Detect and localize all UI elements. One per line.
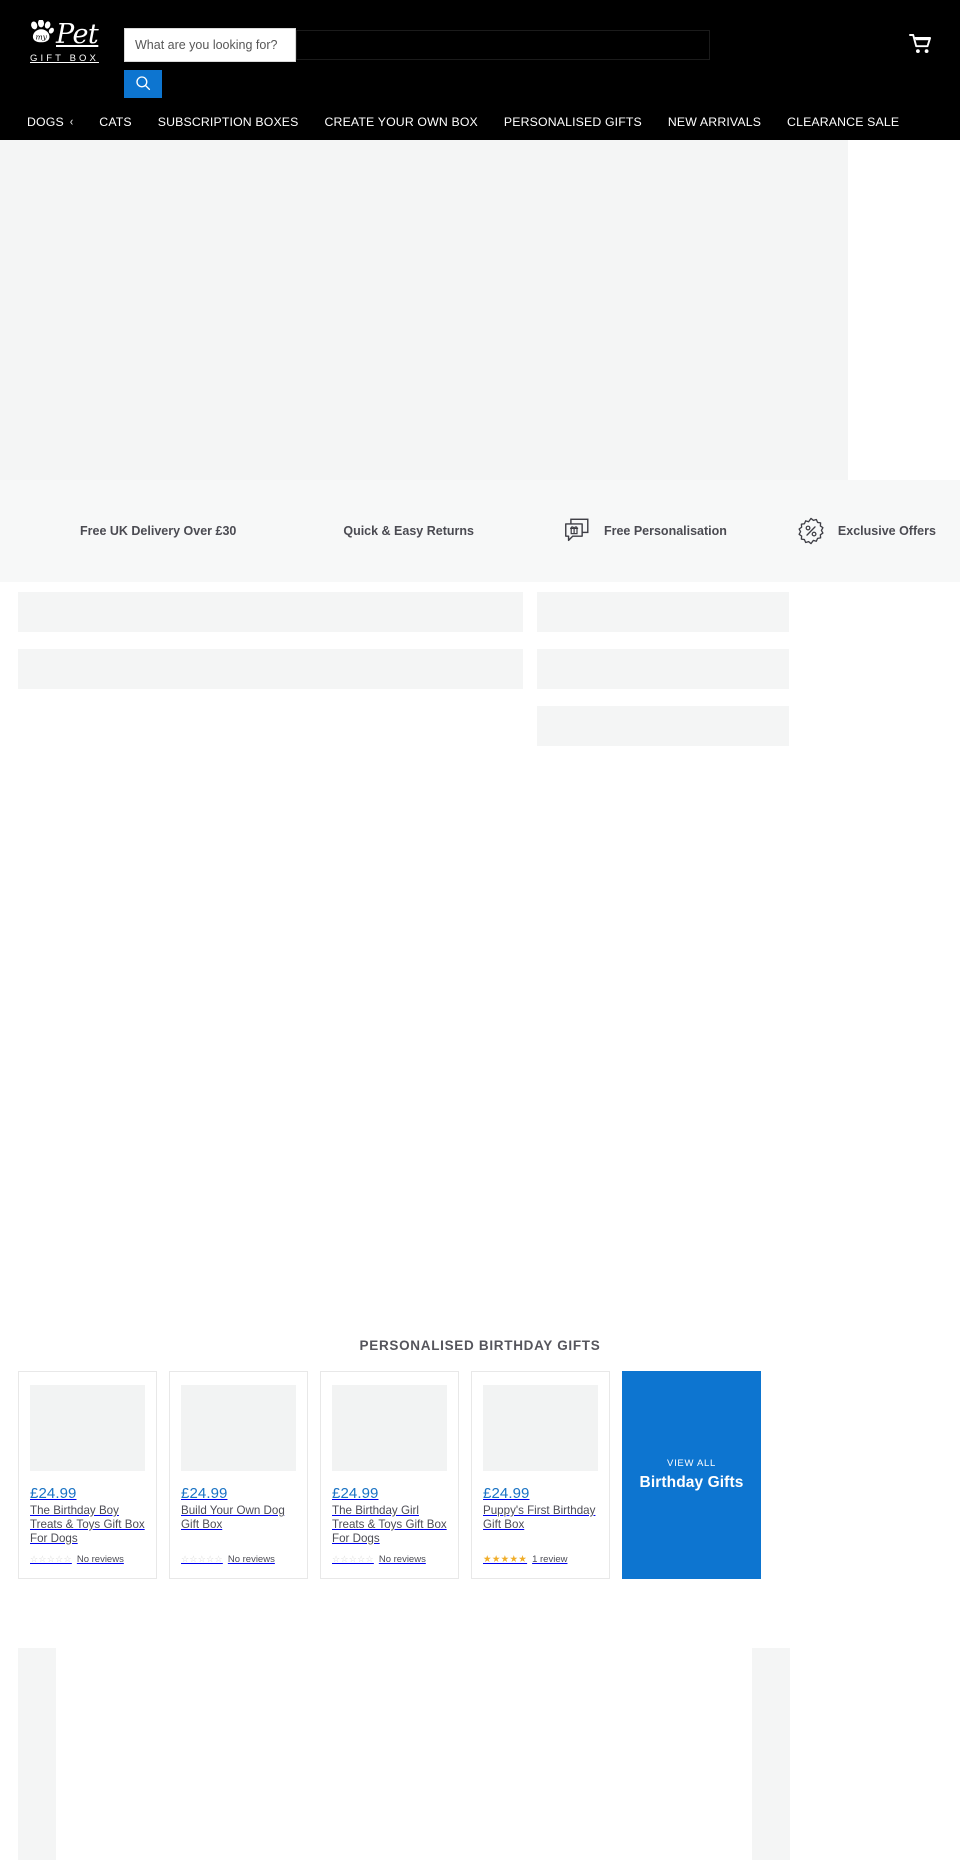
review-count-label: 1 review [532,1554,568,1565]
product-title: The Birthday Girl Treats & Toys Gift Box… [332,1504,447,1545]
trust-badges-bar: Free UK Delivery Over £30 Quick & Easy R… [0,480,960,582]
product-image-placeholder [30,1385,145,1471]
content-placeholder-block [18,1648,56,1860]
search-expanded-field[interactable] [296,30,710,60]
product-price: £24.99 [181,1485,228,1502]
nav-item-create-your-own-box[interactable]: CREATE YOUR OWN BOX [312,115,491,129]
nav-item-label: CLEARANCE SALE [787,115,900,129]
content-placeholder-region [0,582,960,1242]
star-rating-icon: ☆☆☆☆☆ [332,1554,374,1564]
star-rating-icon: ☆☆☆☆☆ [30,1554,72,1564]
nav-item-new-arrivals[interactable]: NEW ARRIVALS [655,115,774,129]
product-rating[interactable]: ☆☆☆☆☆ No reviews [30,1554,145,1565]
nav-item-label: DOGS [27,115,64,129]
search-icon [135,75,151,94]
trust-item-exclusive-offers: Exclusive Offers [794,514,936,548]
product-title: The Birthday Boy Treats & Toys Gift Box … [30,1504,145,1545]
trust-item-label: Free UK Delivery Over £30 [80,524,237,538]
paw-print-icon: my [28,19,54,49]
search-area [124,28,296,98]
product-price: £24.99 [483,1485,530,1502]
search-submit-button[interactable] [124,70,162,98]
shopping-cart-icon [909,33,933,58]
gift-chat-icon [560,514,594,548]
bottom-placeholder-region [0,1648,960,1875]
product-grid: £24.99 The Birthday Boy Treats & Toys Gi… [0,1371,960,1579]
content-placeholder-block [537,592,789,632]
view-all-birthday-gifts-tile[interactable]: VIEW ALL Birthday Gifts [622,1371,761,1579]
star-rating-icon: ★★★★★ [483,1554,528,1565]
product-rating[interactable]: ☆☆☆☆☆ No reviews [181,1554,296,1565]
product-card[interactable]: £24.99 Build Your Own Dog Gift Box ☆☆☆☆☆… [169,1371,308,1579]
trust-item-label: Quick & Easy Returns [343,524,474,538]
site-logo[interactable]: my Pet GIFT BOX [28,19,120,72]
trust-item-returns: Quick & Easy Returns [299,514,474,548]
percent-badge-icon [794,514,828,548]
review-count-label: No reviews [378,1554,426,1565]
returns-arrow-icon [299,514,333,548]
nav-item-clearance-sale[interactable]: CLEARANCE SALE [774,115,912,129]
product-price: £24.99 [332,1485,379,1502]
nav-item-cats[interactable]: CATS [86,115,144,129]
product-image-placeholder [332,1385,447,1471]
section-title: PERSONALISED BIRTHDAY GIFTS [359,1338,601,1353]
product-image-placeholder [483,1385,598,1471]
trust-item-label: Free Personalisation [603,524,727,538]
content-placeholder-block [18,592,523,632]
star-rating-icon: ☆☆☆☆☆ [181,1554,223,1564]
delivery-truck-icon [36,514,70,548]
nav-item-personalised-gifts[interactable]: PERSONALISED GIFTS [491,115,655,129]
product-title: Build Your Own Dog Gift Box [181,1504,285,1531]
nav-item-dogs[interactable]: DOGS ‹ [14,115,86,129]
trust-item-free-delivery: Free UK Delivery Over £30 [36,514,236,548]
cart-button[interactable] [906,30,936,60]
view-all-kicker: VIEW ALL [667,1458,716,1469]
trust-item-label: Exclusive Offers [837,524,936,538]
product-card[interactable]: £24.99 The Birthday Boy Treats & Toys Gi… [18,1371,157,1579]
content-placeholder-block [752,1648,790,1860]
chevron-left-icon: ‹ [69,115,74,129]
product-card[interactable]: £24.99 Puppy's First Birthday Gift Box ★… [471,1371,610,1579]
product-title: Puppy's First Birthday Gift Box [483,1504,596,1531]
search-input[interactable] [124,28,296,62]
product-price: £24.99 [30,1485,77,1502]
review-count-label: No reviews [227,1554,275,1565]
product-image-placeholder [181,1385,296,1471]
logo-wordmark: Pet [56,19,99,50]
content-placeholder-block [18,649,523,689]
product-card[interactable]: £24.99 The Birthday Girl Treats & Toys G… [320,1371,459,1579]
review-count-label: No reviews [76,1554,124,1565]
product-rating[interactable]: ★★★★★ 1 review [483,1554,598,1565]
trust-item-free-personalisation: Free Personalisation [560,514,727,548]
product-rating[interactable]: ☆☆☆☆☆ No reviews [332,1554,447,1565]
nav-item-label: CATS [99,115,132,129]
personalised-birthday-gifts-section: PERSONALISED BIRTHDAY GIFTS £24.99 The B… [0,1338,960,1579]
logo-subtitle: GIFT BOX [30,53,99,64]
content-placeholder-block [537,649,789,689]
nav-item-label: NEW ARRIVALS [667,115,762,129]
hero-banner-placeholder [0,140,848,480]
main-navigation: DOGS ‹ CATS SUBSCRIPTION BOXES CREATE YO… [0,115,960,129]
site-header: my Pet GIFT BOX What are you looking for… [0,0,960,140]
nav-item-label: PERSONALISED GIFTS [503,115,642,129]
nav-item-label: SUBSCRIPTION BOXES [157,115,299,129]
nav-item-subscription-boxes[interactable]: SUBSCRIPTION BOXES [145,115,312,129]
content-placeholder-block [537,706,789,746]
view-all-title: Birthday Gifts [639,1474,744,1491]
nav-item-label: CREATE YOUR OWN BOX [324,115,478,129]
svg-text:my: my [35,32,47,41]
